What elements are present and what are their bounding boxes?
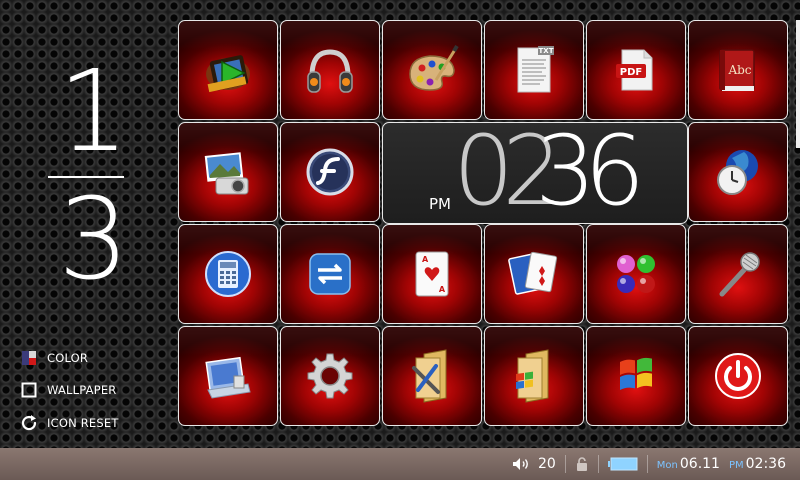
film-play-icon	[198, 40, 258, 100]
app-tile-windows-folder[interactable]	[484, 326, 584, 426]
app-tile-flash-player[interactable]	[280, 122, 380, 222]
app-tile-voice-recorder[interactable]	[688, 224, 788, 324]
clock-minutes: 36	[535, 122, 645, 224]
tray-separator	[597, 455, 599, 473]
dictionary-book-icon: Abc	[708, 40, 768, 100]
battery-icon	[607, 457, 638, 471]
volume-level: 20	[537, 456, 556, 472]
time-display: PM 02:36	[729, 456, 786, 472]
date-value: 06.11	[679, 456, 720, 472]
svg-text:PDF: PDF	[620, 67, 642, 78]
app-tile-solitaire[interactable]: AA	[382, 224, 482, 324]
scroll-indicator	[796, 20, 800, 148]
refresh-icon	[20, 414, 38, 432]
pdf-document-icon: PDF	[606, 40, 666, 100]
sync-arrows-icon	[300, 244, 360, 304]
speaker-icon	[512, 457, 530, 471]
app-tile-paint[interactable]	[382, 20, 482, 120]
app-tile-power[interactable]	[688, 326, 788, 426]
power-icon	[708, 346, 768, 406]
current-page-number: 1	[58, 47, 130, 177]
wallpaper-option[interactable]: WALLPAPER	[20, 380, 116, 400]
app-tile-settings[interactable]	[280, 326, 380, 426]
taskbar-ampm: PM	[728, 460, 744, 471]
palette-brush-icon	[402, 40, 462, 100]
app-grid: TXT PDF Abc A A	[178, 20, 790, 428]
windows-folder-icon	[504, 346, 564, 406]
clock-widget[interactable]: PM 02 36	[382, 122, 688, 224]
svg-text:TXT: TXT	[539, 47, 554, 55]
clock-ampm: PM	[429, 195, 451, 213]
playing-cards-icon	[504, 244, 564, 304]
txt-document-icon: TXT	[504, 40, 564, 100]
clock-time: 02 36	[453, 123, 683, 223]
date-display: Mon 06.11	[657, 456, 720, 472]
volume-control[interactable]: 20	[512, 456, 556, 472]
windows-logo-icon	[606, 346, 666, 406]
svg-text:A: A	[439, 285, 446, 294]
total-pages-number: 3	[58, 175, 130, 305]
headphones-icon	[300, 40, 360, 100]
icon-reset-option-label: ICON RESET	[47, 416, 119, 430]
day-label: Mon	[656, 460, 678, 471]
app-tile-sync[interactable]	[280, 224, 380, 324]
app-tile-world-clock[interactable]	[688, 122, 788, 222]
app-tile-tools-folder[interactable]	[382, 326, 482, 426]
app-tile-text-viewer[interactable]: TXT	[484, 20, 584, 120]
photo-camera-icon	[198, 142, 258, 202]
gear-icon	[300, 346, 360, 406]
app-tile-photo-viewer[interactable]	[178, 122, 278, 222]
svg-text:A: A	[422, 255, 429, 264]
color-palette-icon	[20, 349, 38, 367]
app-tile-video-player[interactable]	[178, 20, 278, 120]
app-tile-card-game[interactable]	[484, 224, 584, 324]
app-tile-calculator[interactable]	[178, 224, 278, 324]
taskbar: 20 Mon 06.11 PM 02:36	[0, 448, 800, 480]
app-tile-bubble-game[interactable]	[586, 224, 686, 324]
ace-card-icon: AA	[402, 244, 462, 304]
wallpaper-option-label: WALLPAPER	[47, 383, 117, 397]
flash-icon	[300, 142, 360, 202]
lock-icon[interactable]	[575, 456, 589, 472]
microphone-icon	[708, 244, 768, 304]
calculator-icon	[198, 244, 258, 304]
taskbar-time: 02:36	[745, 456, 786, 472]
page-indicator: 1 3	[0, 0, 170, 330]
svg-text:Abc: Abc	[727, 63, 751, 77]
app-tile-control-panel[interactable]	[178, 326, 278, 426]
system-tray: 20 Mon 06.11 PM 02:36	[512, 448, 786, 480]
app-tile-music-player[interactable]	[280, 20, 380, 120]
app-tile-dictionary[interactable]: Abc	[688, 20, 788, 120]
control-panel-icon	[198, 346, 258, 406]
tray-separator	[646, 455, 648, 473]
wallpaper-square-icon	[20, 381, 38, 399]
tray-separator	[564, 455, 566, 473]
app-tile-windows[interactable]	[586, 326, 686, 426]
color-option-label: COLOR	[47, 351, 89, 365]
globe-clock-icon	[708, 142, 768, 202]
color-balls-icon	[606, 244, 666, 304]
icon-reset-option[interactable]: ICON RESET	[20, 413, 119, 433]
color-option[interactable]: COLOR	[20, 348, 88, 368]
tools-folder-icon	[402, 346, 462, 406]
app-tile-pdf-viewer[interactable]: PDF	[586, 20, 686, 120]
